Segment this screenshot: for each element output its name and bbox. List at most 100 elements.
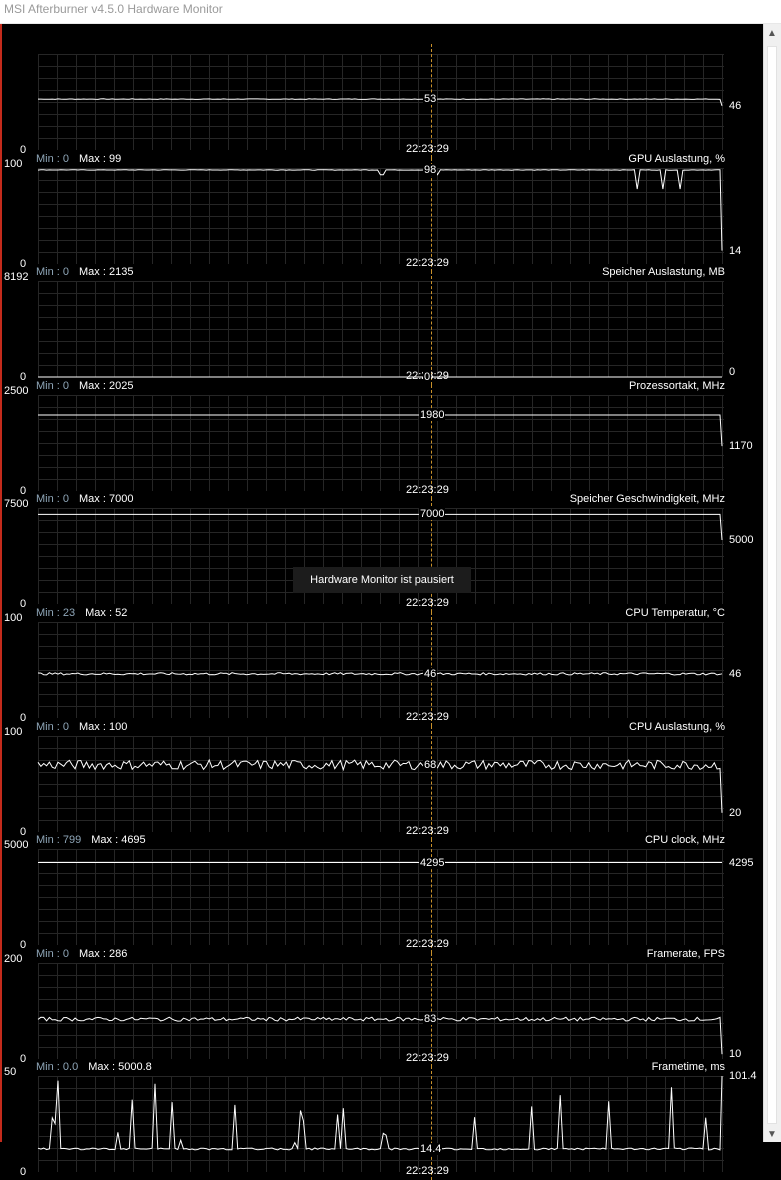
- series-line: [38, 414, 723, 447]
- max-value: Max : 7000: [79, 493, 134, 505]
- y-axis-max: 5000: [4, 839, 29, 851]
- min-max-readout: Min : 0 Max : 100: [36, 721, 131, 733]
- monitor-panel-p6[interactable]: 100 0 Min : 0 Max : 100 CPU Auslastung, % 22:…: [2, 721, 763, 840]
- min-value: Min : 0.0: [36, 1061, 79, 1073]
- series-graph: [37, 169, 723, 251]
- graph-title: Frametime, ms: [651, 1061, 725, 1073]
- max-value: Max : 2135: [79, 266, 134, 278]
- y-axis-max: 200: [4, 953, 23, 965]
- monitor-panel-p8[interactable]: 200 0 Min : 0 Max : 286 Framerate, FPS 22:23:…: [2, 948, 763, 1067]
- max-value: Max : 4695: [91, 834, 146, 846]
- series-graph: [38, 376, 722, 378]
- series-line: [37, 672, 723, 676]
- min-value: Min : 799: [36, 834, 82, 846]
- y-axis-max: 100: [4, 158, 23, 170]
- cursor-timestamp: 22:23:29: [406, 711, 449, 723]
- series-line: [37, 758, 723, 813]
- y-axis-min: 0: [20, 939, 27, 951]
- min-max-readout: Min : 0 Max : 7000: [36, 493, 137, 505]
- cursor-timestamp: 22:23:29: [406, 143, 449, 155]
- graph-title: Speicher Geschwindigkeit, MHz: [569, 493, 725, 505]
- series-line: [37, 169, 723, 251]
- min-max-readout: Min : 23 Max : 52: [36, 607, 131, 619]
- y-axis-min: 0: [20, 485, 27, 497]
- graph-title: Framerate, FPS: [646, 948, 725, 960]
- y-axis-max: 8192: [4, 271, 29, 283]
- current-value: 101.4: [729, 1070, 757, 1082]
- series-line: [37, 1016, 723, 1055]
- y-axis-max: 100: [4, 726, 23, 738]
- series-graph: [37, 672, 723, 676]
- y-axis-max: 2500: [4, 385, 29, 397]
- cursor-value: 4295: [419, 856, 446, 869]
- monitor-panel-p5[interactable]: 100 0 Min : 23 Max : 52 CPU Temperatur, °C 22…: [2, 607, 763, 726]
- y-axis-max: 7500: [4, 498, 29, 510]
- monitor-panel-p0[interactable]: 0 22:23:29 53 46: [2, 44, 763, 158]
- current-value: 4295: [729, 856, 754, 869]
- min-value: Min : 0: [36, 721, 70, 733]
- cursor-value: 0: [423, 371, 432, 383]
- min-value: Min : 0: [36, 266, 70, 278]
- current-value: 14: [729, 244, 742, 257]
- min-max-readout: Min : 0 Max : 99: [36, 153, 125, 165]
- series-graph: [38, 98, 723, 106]
- y-axis-min: 0: [20, 1053, 27, 1065]
- current-value: 1170: [729, 440, 753, 453]
- monitor-panel-p3[interactable]: 2500 0 Min : 0 Max : 2025 Prozessortakt, MHz…: [2, 380, 763, 499]
- min-value: Min : 0: [36, 380, 70, 392]
- current-value: 46: [729, 99, 742, 112]
- cursor-value: 14.4: [419, 1142, 443, 1155]
- y-axis-min: 0: [20, 1166, 27, 1178]
- graph-title: CPU Temperatur, °C: [625, 607, 725, 619]
- current-value: 0: [729, 366, 736, 378]
- scrollbar-thumb[interactable]: [767, 46, 777, 1124]
- monitor-panel-p1[interactable]: 100 0 Min : 0 Max : 99 GPU Auslastung, % 22:2…: [2, 153, 763, 272]
- y-axis-min: 0: [20, 712, 27, 724]
- cursor-timestamp: 22:23:29: [406, 597, 449, 609]
- cursor-timestamp: 22:23:29: [406, 484, 449, 496]
- series-line: [38, 513, 723, 541]
- min-max-readout: Min : 0.0 Max : 5000.8: [36, 1061, 155, 1073]
- y-axis-min: 0: [20, 371, 27, 383]
- min-max-readout: Min : 0 Max : 2135: [36, 266, 137, 278]
- cursor-value: 98: [423, 163, 438, 176]
- scroll-down-arrow-icon[interactable]: ▼: [767, 1129, 777, 1140]
- cursor-timestamp: 22:23:29: [406, 1165, 449, 1177]
- monitor-panel-p9[interactable]: 50 0 Min : 0.0 Max : 5000.8 Frametime, ms 22:…: [2, 1061, 763, 1180]
- paused-tooltip: Hardware Monitor ist pausiert: [293, 567, 471, 593]
- cursor-value: 83: [423, 1013, 438, 1026]
- min-max-readout: Min : 0 Max : 2025: [36, 380, 137, 392]
- series-graph: [37, 1075, 723, 1151]
- min-value: Min : 23: [36, 607, 76, 619]
- min-value: Min : 0: [36, 948, 70, 960]
- graph-title: CPU Auslastung, %: [629, 721, 725, 733]
- vertical-scrollbar[interactable]: ▲ ▼: [763, 24, 781, 1142]
- series-graph: [37, 758, 723, 813]
- max-value: Max : 100: [79, 721, 128, 733]
- series-graph: [37, 1016, 723, 1055]
- max-value: Max : 5000.8: [88, 1061, 152, 1073]
- graph-title: Speicher Auslastung, MB: [602, 266, 725, 278]
- cursor-value: 46: [423, 667, 438, 680]
- window-title: MSI Afterburner v4.5.0 Hardware Monitor: [0, 0, 781, 24]
- graph-title: Prozessortakt, MHz: [629, 380, 725, 392]
- y-axis-min: 0: [20, 144, 27, 156]
- scroll-up-arrow-icon[interactable]: ▲: [767, 28, 777, 39]
- max-value: Max : 52: [85, 607, 128, 619]
- monitor-panel-p2[interactable]: 8192 0 Min : 0 Max : 2135 Speicher Auslastun…: [2, 266, 763, 385]
- series-line: [38, 98, 723, 106]
- min-value: Min : 0: [36, 153, 70, 165]
- cursor-value: 1980: [419, 408, 446, 421]
- max-value: Max : 286: [79, 948, 128, 960]
- max-value: Max : 2025: [79, 380, 134, 392]
- current-value: 20: [729, 806, 742, 819]
- y-axis-max: 50: [4, 1066, 17, 1078]
- max-value: Max : 99: [79, 153, 122, 165]
- monitor-panel-p7[interactable]: 5000 0 Min : 799 Max : 4695 CPU clock, MHz 22…: [2, 834, 763, 953]
- cursor-value: 7000: [419, 508, 446, 521]
- min-max-readout: Min : 0 Max : 286: [36, 948, 131, 960]
- y-axis-min: 0: [20, 258, 27, 270]
- min-value: Min : 0: [36, 493, 70, 505]
- monitor-panel-p4[interactable]: 7500 0 Min : 0 Max : 7000 Speicher Geschwind…: [2, 493, 763, 612]
- y-axis-min: 0: [20, 826, 27, 838]
